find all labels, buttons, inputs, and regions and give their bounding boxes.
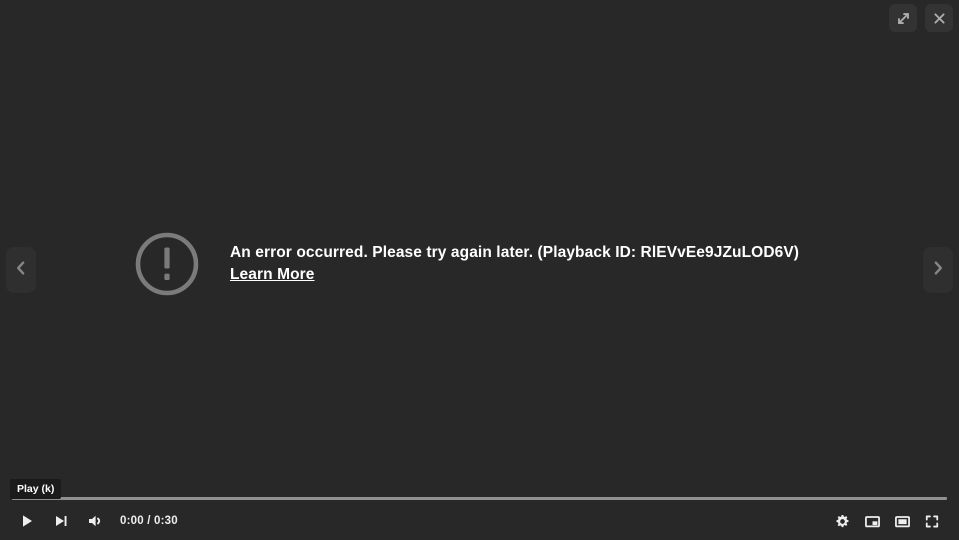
expand-arrows-icon (896, 11, 911, 26)
theater-button[interactable] (887, 504, 917, 538)
left-controls: 0:00 / 0:30 (10, 504, 184, 538)
miniplayer-icon (864, 514, 881, 529)
chevron-right-icon (930, 259, 946, 282)
chevron-left-icon (13, 259, 29, 282)
video-player[interactable]: An error occurred. Please try again late… (0, 0, 959, 540)
error-overlay: An error occurred. Please try again late… (0, 0, 959, 540)
right-controls (827, 504, 949, 538)
play-button[interactable] (10, 504, 44, 538)
error-content: An error occurred. Please try again late… (134, 231, 799, 297)
miniplayer-button[interactable] (857, 504, 887, 538)
close-button[interactable] (925, 4, 953, 32)
settings-button[interactable] (827, 504, 857, 538)
error-text-block: An error occurred. Please try again late… (230, 243, 799, 285)
theater-mode-icon (894, 514, 911, 529)
expand-button[interactable] (889, 4, 917, 32)
next-video-button[interactable] (44, 504, 78, 538)
progress-track[interactable] (12, 497, 947, 500)
previous-video-button[interactable] (6, 247, 36, 293)
player-control-bar: 0:00 / 0:30 (0, 496, 959, 540)
fullscreen-icon (924, 514, 940, 529)
play-tooltip: Play (k) (10, 479, 62, 499)
error-message: An error occurred. Please try again late… (229, 244, 800, 262)
fullscreen-button[interactable] (917, 504, 947, 538)
volume-icon (87, 513, 104, 529)
top-overlay-controls (889, 4, 953, 32)
error-exclamation-circle-icon (134, 231, 200, 297)
play-icon (19, 513, 35, 529)
time-display: 0:00 / 0:30 (120, 515, 178, 527)
gear-icon (835, 514, 850, 529)
progress-bar[interactable] (12, 496, 947, 501)
next-video-nav-button[interactable] (923, 247, 953, 293)
close-icon (932, 11, 947, 26)
controls-row: 0:00 / 0:30 (0, 503, 959, 539)
volume-button[interactable] (78, 504, 112, 538)
next-track-icon (53, 513, 69, 529)
learn-more-link[interactable]: Learn More (230, 265, 315, 285)
